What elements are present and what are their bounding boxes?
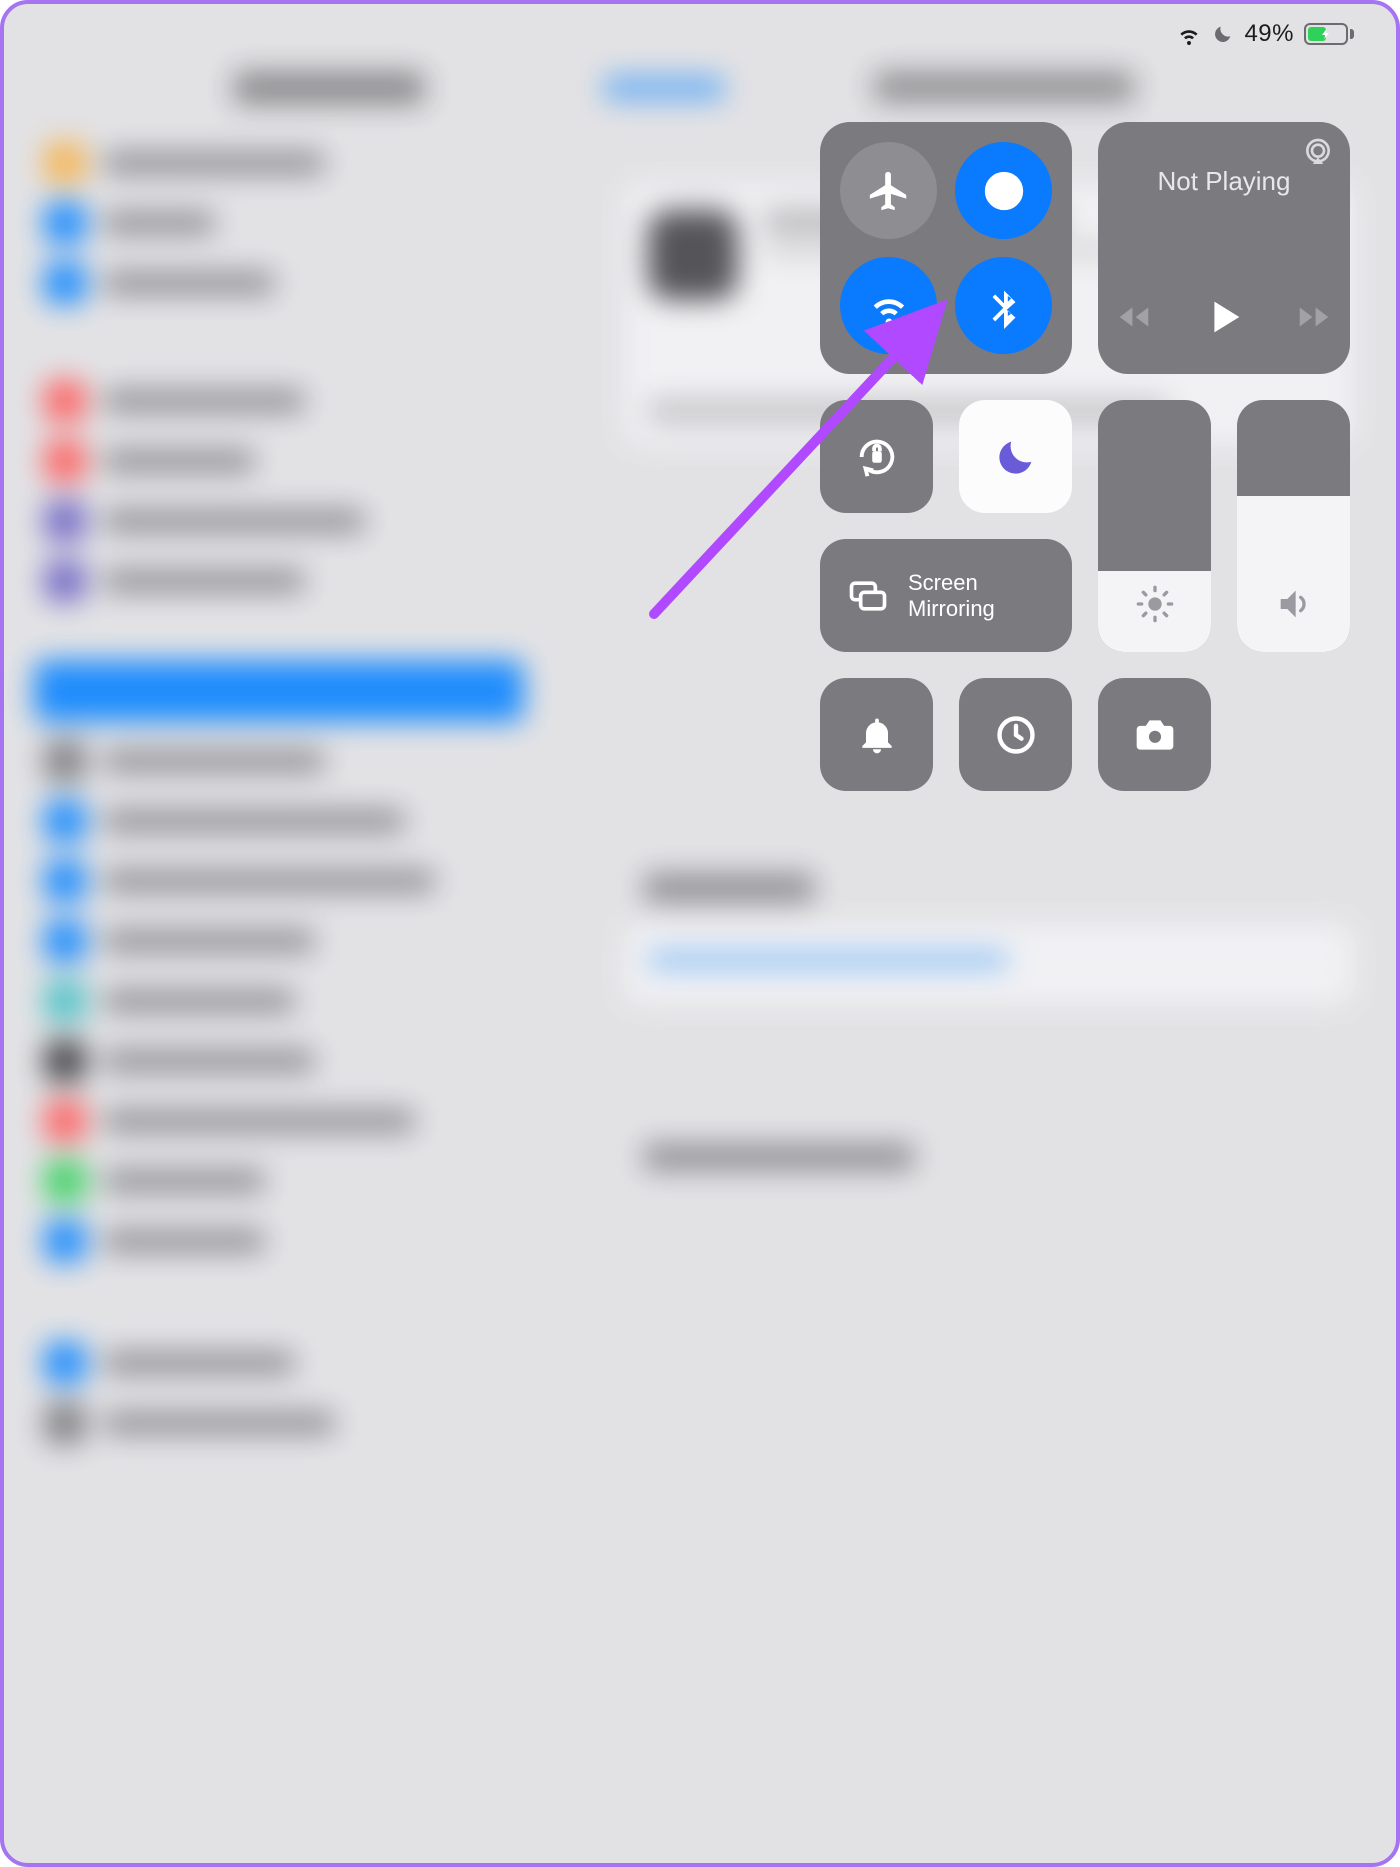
airplane-mode-toggle[interactable]: [840, 142, 937, 239]
next-track-button[interactable]: [1295, 298, 1333, 336]
connectivity-tile[interactable]: [820, 122, 1072, 374]
wifi-toggle[interactable]: [840, 257, 937, 354]
battery-percent-label: 49%: [1244, 20, 1294, 48]
previous-track-button[interactable]: [1115, 298, 1153, 336]
bell-icon: [855, 713, 899, 757]
now-playing-tile[interactable]: Not Playing: [1098, 122, 1350, 374]
charging-icon: [1320, 26, 1332, 42]
volume-icon: [1274, 584, 1314, 624]
screenshot-frame: 49%: [0, 0, 1400, 1867]
notifications-shortcut[interactable]: [820, 678, 933, 791]
camera-shortcut[interactable]: [1098, 678, 1211, 791]
airdrop-icon: [981, 168, 1027, 214]
orientation-lock-toggle[interactable]: [820, 400, 933, 513]
bluetooth-toggle[interactable]: [955, 257, 1052, 354]
do-not-disturb-toggle[interactable]: [959, 400, 1072, 513]
dnd-moon-icon: [1212, 23, 1234, 45]
focus-mirroring-group: Screen Mirroring: [820, 400, 1072, 652]
play-button[interactable]: [1201, 294, 1247, 340]
dnd-moon-icon: [993, 434, 1039, 480]
airdrop-toggle[interactable]: [955, 142, 1052, 239]
wifi-icon: [1176, 21, 1202, 47]
battery-icon: [1304, 23, 1354, 45]
screen-mirroring-button[interactable]: Screen Mirroring: [820, 539, 1072, 652]
media-title-label: Not Playing: [1098, 166, 1350, 197]
screen-mirroring-icon: [846, 574, 890, 618]
control-center: Not Playing Screen Mirroring: [820, 122, 1350, 930]
sliders-group: [1098, 400, 1350, 652]
airplay-icon: [1302, 136, 1334, 168]
volume-fill: [1237, 496, 1350, 652]
wifi-icon: [866, 283, 912, 329]
bluetooth-icon: [981, 283, 1027, 329]
camera-icon: [1133, 713, 1177, 757]
screen-mirroring-label: Screen Mirroring: [908, 570, 995, 621]
brightness-slider[interactable]: [1098, 400, 1211, 652]
brightness-icon: [1135, 584, 1175, 624]
status-bar: 49%: [1176, 20, 1354, 48]
orientation-lock-icon: [854, 434, 900, 480]
shortcuts-row: [820, 678, 1350, 930]
timer-shortcut[interactable]: [959, 678, 1072, 791]
airplane-icon: [866, 168, 912, 214]
volume-slider[interactable]: [1237, 400, 1350, 652]
timer-icon: [994, 713, 1038, 757]
